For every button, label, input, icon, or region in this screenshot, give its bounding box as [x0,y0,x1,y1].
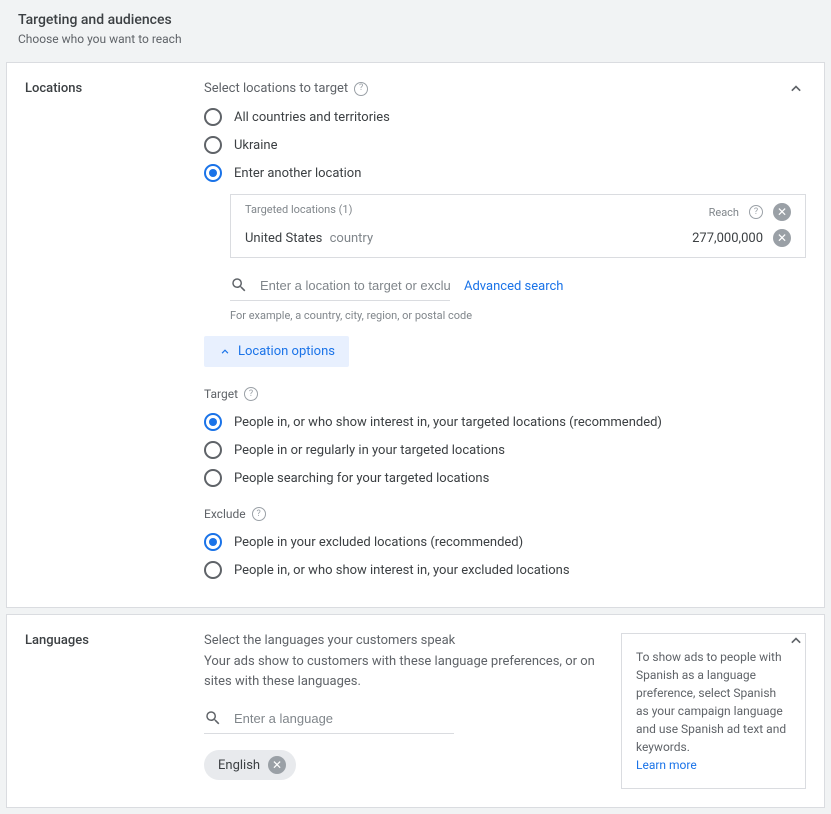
radio-label: People in, or who show interest in, your… [234,563,570,578]
help-icon[interactable]: ? [354,82,368,96]
reach-value: 277,000,000 [692,231,763,246]
language-chip-english[interactable]: English ✕ [204,750,296,780]
radio-target-regularly[interactable]: People in or regularly in your targeted … [204,441,806,459]
page-header: Targeting and audiences Choose who you w… [0,0,831,62]
languages-card: Languages Select the languages your cust… [6,614,825,808]
tip-text: To show ads to people with Spanish as a … [636,650,786,754]
reach-header: Reach [709,206,739,219]
location-example-text: For example, a country, city, region, or… [230,309,806,322]
advanced-search-link[interactable]: Advanced search [464,279,563,294]
remove-location-icon[interactable]: ✕ [773,229,791,247]
exclude-heading: Exclude ? [204,507,806,521]
languages-description: Your ads show to customers with these la… [204,652,597,691]
collapse-languages-button[interactable] [786,631,806,655]
collapse-locations-button[interactable] [786,79,806,103]
location-options-label: Location options [238,344,335,359]
remove-chip-icon[interactable]: ✕ [268,756,286,774]
locations-label: Locations [25,81,180,589]
help-icon[interactable]: ? [252,507,266,521]
page-title: Targeting and audiences [18,12,813,28]
radio-icon [204,413,222,431]
select-locations-heading: Select locations to target ? [204,81,806,96]
page-subtitle: Choose who you want to reach [18,32,813,46]
radio-label: All countries and territories [234,110,390,125]
select-locations-text: Select locations to target [204,81,348,96]
languages-heading: Select the languages your customers spea… [204,633,597,648]
location-search-input[interactable] [260,278,450,293]
targeted-location-type: country [330,231,374,246]
radio-all-countries[interactable]: All countries and territories [204,108,806,126]
help-icon[interactable]: ? [749,205,763,219]
radio-ukraine[interactable]: Ukraine [204,136,806,154]
radio-label: Ukraine [234,138,277,153]
languages-label: Languages [25,633,180,789]
radio-icon [204,561,222,579]
exclude-heading-text: Exclude [204,507,246,521]
radio-exclude-in[interactable]: People in your excluded locations (recom… [204,533,806,551]
radio-icon [204,164,222,182]
radio-icon [204,108,222,126]
radio-label: People in your excluded locations (recom… [234,535,523,550]
location-options-button[interactable]: Location options [204,336,349,367]
radio-enter-another[interactable]: Enter another location [204,164,806,182]
radio-target-interest[interactable]: People in, or who show interest in, your… [204,413,806,431]
targeted-header-left: Targeted locations (1) [245,203,352,221]
language-search-input[interactable] [234,711,454,726]
languages-tip-box: To show ads to people with Spanish as a … [621,633,806,789]
radio-icon [204,469,222,487]
search-icon [204,709,222,727]
target-heading-text: Target [204,387,238,401]
radio-icon [204,533,222,551]
chevron-up-icon [218,345,232,359]
target-heading: Target ? [204,387,806,401]
radio-label: People in, or who show interest in, your… [234,415,662,430]
search-icon [230,276,248,294]
locations-card: Locations Select locations to target ? A… [6,62,825,608]
help-icon[interactable]: ? [244,387,258,401]
radio-icon [204,136,222,154]
remove-all-icon[interactable]: ✕ [773,203,791,221]
radio-exclude-interest[interactable]: People in, or who show interest in, your… [204,561,806,579]
radio-label: Enter another location [234,166,361,181]
radio-icon [204,441,222,459]
targeted-location-row: United States country 277,000,000 ✕ [231,225,805,257]
chip-label: English [218,758,260,773]
language-search-wrap[interactable] [204,705,454,734]
targeted-locations-box: Targeted locations (1) Reach ? ✕ United … [230,194,806,258]
radio-target-searching[interactable]: People searching for your targeted locat… [204,469,806,487]
learn-more-link[interactable]: Learn more [636,758,697,772]
radio-label: People in or regularly in your targeted … [234,443,505,458]
radio-label: People searching for your targeted locat… [234,471,489,486]
targeted-location-name: United States [245,231,322,246]
location-search-wrap[interactable] [230,272,450,301]
